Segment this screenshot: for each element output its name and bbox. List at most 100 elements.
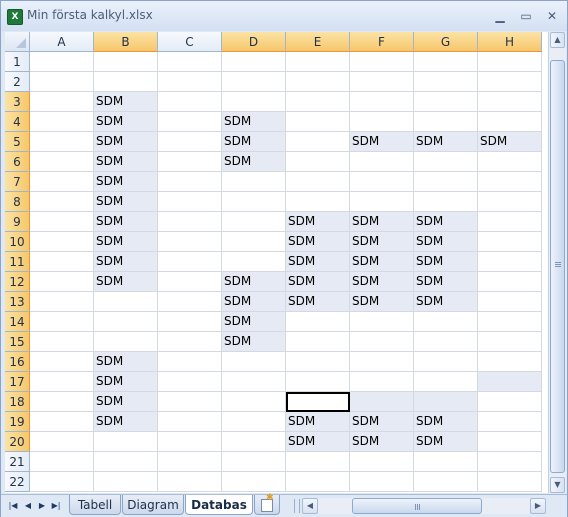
cell-c20[interactable] xyxy=(158,432,222,452)
cell-c21[interactable] xyxy=(158,452,222,472)
cell-g22[interactable] xyxy=(414,472,478,492)
cell-c18[interactable] xyxy=(158,392,222,412)
cell-b17[interactable]: SDM xyxy=(94,372,158,392)
column-header-h[interactable]: H xyxy=(478,32,542,52)
cell-e22[interactable] xyxy=(286,472,350,492)
cell-c4[interactable] xyxy=(158,112,222,132)
cell-f10[interactable]: SDM xyxy=(350,232,414,252)
cell-a18[interactable] xyxy=(30,392,94,412)
cell-a17[interactable] xyxy=(30,372,94,392)
tab-diagram[interactable]: Diagram xyxy=(122,495,184,515)
cell-h2[interactable] xyxy=(478,72,542,92)
cell-a10[interactable] xyxy=(30,232,94,252)
cell-e21[interactable] xyxy=(286,452,350,472)
cell-h14[interactable] xyxy=(478,312,542,332)
minimize-icon[interactable]: ▁ xyxy=(489,6,511,26)
vertical-scrollbar[interactable]: ▲ ▼ xyxy=(548,32,566,493)
maximize-icon[interactable]: ▭ xyxy=(515,6,537,26)
cell-c22[interactable] xyxy=(158,472,222,492)
cell-h12[interactable] xyxy=(478,272,542,292)
cell-b13[interactable] xyxy=(94,292,158,312)
cell-e2[interactable] xyxy=(286,72,350,92)
cell-h17[interactable] xyxy=(478,372,542,392)
cell-c10[interactable] xyxy=(158,232,222,252)
cell-h10[interactable] xyxy=(478,232,542,252)
cell-f18[interactable] xyxy=(350,392,414,412)
cell-h1[interactable] xyxy=(478,52,542,72)
cell-a20[interactable] xyxy=(30,432,94,452)
active-cell[interactable] xyxy=(286,392,350,412)
cell-b1[interactable] xyxy=(94,52,158,72)
cell-d16[interactable] xyxy=(222,352,286,372)
cell-b9[interactable]: SDM xyxy=(94,212,158,232)
cell-f6[interactable] xyxy=(350,152,414,172)
cell-e4[interactable] xyxy=(286,112,350,132)
cell-a2[interactable] xyxy=(30,72,94,92)
cell-a5[interactable] xyxy=(30,132,94,152)
row-header-7[interactable]: 7 xyxy=(5,172,30,192)
cell-c14[interactable] xyxy=(158,312,222,332)
cell-h15[interactable] xyxy=(478,332,542,352)
cell-d11[interactable] xyxy=(222,252,286,272)
cell-d18[interactable] xyxy=(222,392,286,412)
title-bar[interactable]: X Min första kalkyl.xlsx ▁ ▭ ✕ xyxy=(1,1,567,31)
cell-g21[interactable] xyxy=(414,452,478,472)
cell-g16[interactable] xyxy=(414,352,478,372)
vertical-scroll-thumb[interactable] xyxy=(550,60,565,473)
cell-f22[interactable] xyxy=(350,472,414,492)
cell-g1[interactable] xyxy=(414,52,478,72)
cell-c16[interactable] xyxy=(158,352,222,372)
cell-a19[interactable] xyxy=(30,412,94,432)
cell-f14[interactable] xyxy=(350,312,414,332)
cell-b11[interactable]: SDM xyxy=(94,252,158,272)
column-header-e[interactable]: E xyxy=(286,32,350,52)
cell-d9[interactable] xyxy=(222,212,286,232)
cell-g19[interactable]: SDM xyxy=(414,412,478,432)
row-header-3[interactable]: 3 xyxy=(5,92,30,112)
first-sheet-icon[interactable]: |◀ xyxy=(7,499,19,512)
cell-h13[interactable] xyxy=(478,292,542,312)
cell-e15[interactable] xyxy=(286,332,350,352)
cell-d17[interactable] xyxy=(222,372,286,392)
cell-d22[interactable] xyxy=(222,472,286,492)
tab-tabell[interactable]: Tabell xyxy=(69,495,121,515)
tab-databas[interactable]: Databas xyxy=(185,495,253,515)
column-header-d[interactable]: D xyxy=(222,32,286,52)
cell-g7[interactable] xyxy=(414,172,478,192)
column-header-f[interactable]: F xyxy=(350,32,414,52)
cell-a13[interactable] xyxy=(30,292,94,312)
cell-a7[interactable] xyxy=(30,172,94,192)
cell-b15[interactable] xyxy=(94,332,158,352)
cell-h20[interactable] xyxy=(478,432,542,452)
cell-f8[interactable] xyxy=(350,192,414,212)
row-header-9[interactable]: 9 xyxy=(5,212,30,232)
cell-a6[interactable] xyxy=(30,152,94,172)
cell-c11[interactable] xyxy=(158,252,222,272)
cell-c1[interactable] xyxy=(158,52,222,72)
cell-e7[interactable] xyxy=(286,172,350,192)
cell-e1[interactable] xyxy=(286,52,350,72)
cell-h16[interactable] xyxy=(478,352,542,372)
horizontal-scrollbar[interactable]: ◀ ▶ xyxy=(302,498,546,514)
cell-h4[interactable] xyxy=(478,112,542,132)
cell-g20[interactable]: SDM xyxy=(414,432,478,452)
cell-g5[interactable]: SDM xyxy=(414,132,478,152)
cell-g14[interactable] xyxy=(414,312,478,332)
cell-e14[interactable] xyxy=(286,312,350,332)
cell-c7[interactable] xyxy=(158,172,222,192)
cell-b3[interactable]: SDM xyxy=(94,92,158,112)
row-header-6[interactable]: 6 xyxy=(5,152,30,172)
cell-e16[interactable] xyxy=(286,352,350,372)
cell-d15[interactable]: SDM xyxy=(222,332,286,352)
column-header-g[interactable]: G xyxy=(414,32,478,52)
cell-a22[interactable] xyxy=(30,472,94,492)
cell-a16[interactable] xyxy=(30,352,94,372)
cell-g15[interactable] xyxy=(414,332,478,352)
row-header-20[interactable]: 20 xyxy=(5,432,30,452)
column-header-b[interactable]: B xyxy=(94,32,158,52)
row-header-4[interactable]: 4 xyxy=(5,112,30,132)
cell-d10[interactable] xyxy=(222,232,286,252)
row-header-2[interactable]: 2 xyxy=(5,72,30,92)
cell-e8[interactable] xyxy=(286,192,350,212)
cell-c17[interactable] xyxy=(158,372,222,392)
